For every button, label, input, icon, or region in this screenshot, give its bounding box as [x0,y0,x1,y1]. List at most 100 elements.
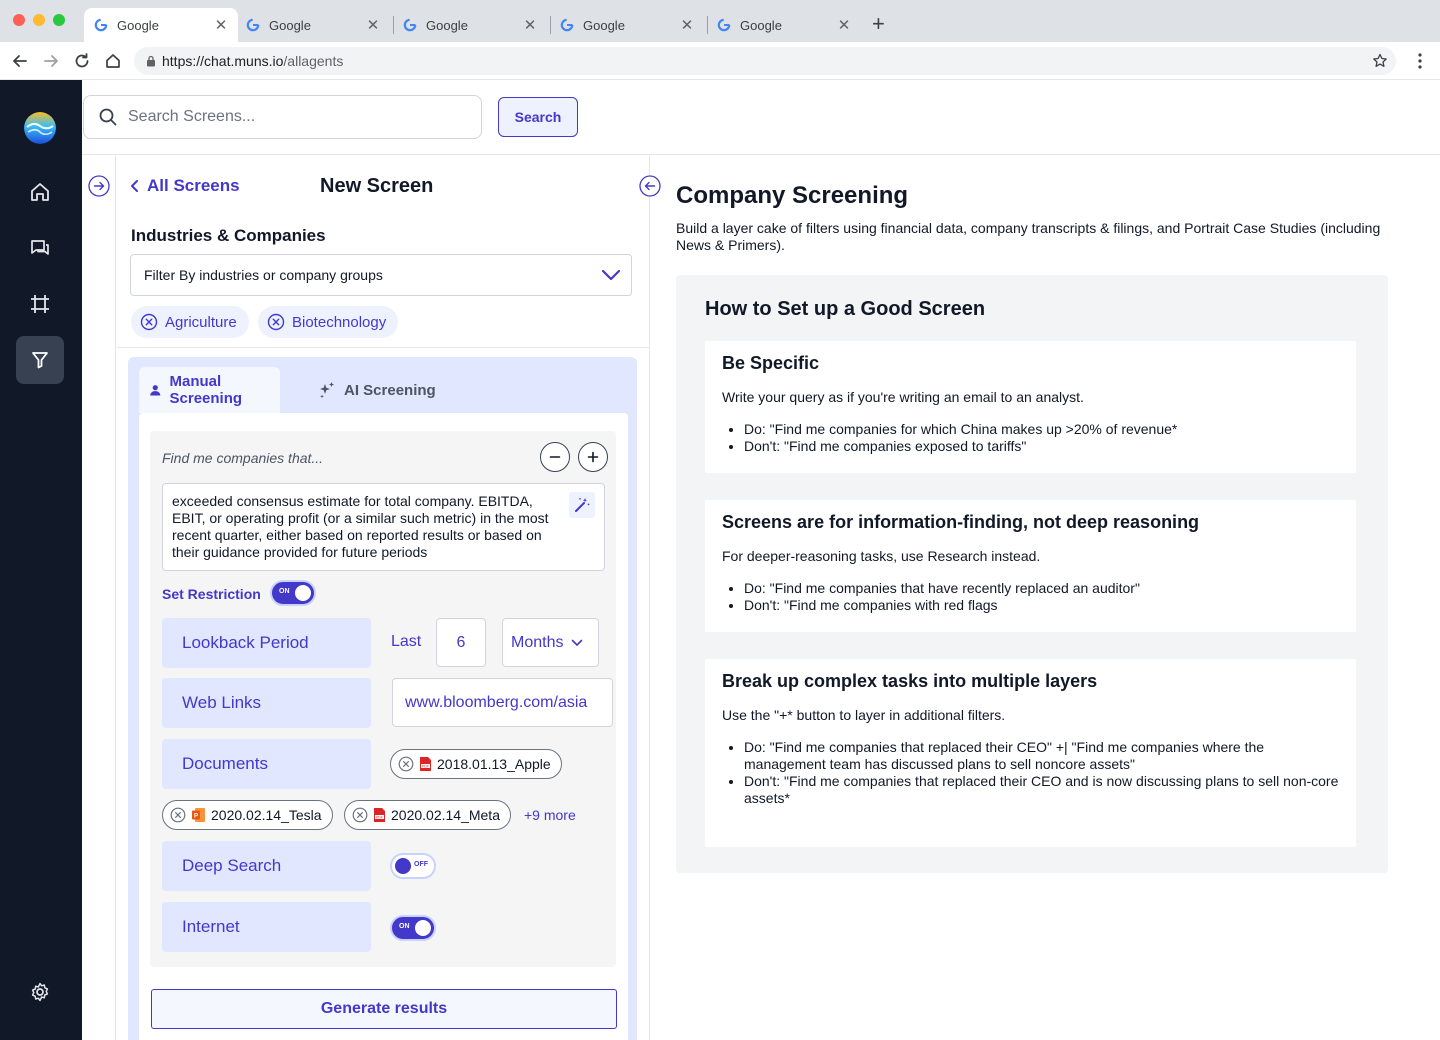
magic-wand-icon [575,497,590,512]
how-to-title: How to Set up a Good Screen [705,298,986,320]
ppt-file-icon: P [192,808,205,822]
generate-results-button[interactable]: Generate results [151,989,617,1029]
remove-chip-icon[interactable] [140,313,158,331]
minimize-window-button[interactable] [33,14,45,26]
set-restriction-toggle[interactable]: ON [270,580,316,606]
document-name: 2018.01.13_Apple [437,756,551,772]
lookback-unit-select[interactable]: Months [502,618,599,667]
browser-tab[interactable]: Google ✕ [707,8,861,42]
search-box[interactable] [83,95,482,139]
close-tab-icon[interactable]: ✕ [366,16,380,34]
app-sidebar [0,80,82,1040]
browser-tab[interactable]: Google ✕ [550,8,704,42]
guide-panel: Company Screening Build a layer cake of … [651,155,1440,1040]
google-icon [560,18,574,32]
remove-layer-button[interactable] [540,442,570,472]
industries-dropdown[interactable]: Filter By industries or company groups [130,254,632,296]
web-links-label: Web Links [162,678,371,728]
sidebar-item-chat[interactable] [16,224,64,272]
minus-icon [549,456,561,458]
more-documents-link[interactable]: +9 more [524,807,576,823]
tab-ai-screening[interactable]: AI Screening [308,367,446,413]
remove-document-icon[interactable] [170,807,186,823]
guide-title: Company Screening [676,182,909,209]
new-screen-panel: All Screens New Screen Industries & Comp… [117,155,661,1040]
toggle-text: ON [279,588,290,595]
tip-card: Be Specific Write your query as if you'r… [705,341,1356,473]
bookmark-star-icon[interactable] [1372,53,1388,69]
close-tab-icon[interactable]: ✕ [523,16,537,34]
tip-card: Screens are for information-finding, not… [705,500,1356,632]
home-browser-icon[interactable] [103,51,123,71]
lookback-value-input[interactable]: 6 [436,618,486,667]
set-restriction-label: Set Restriction [162,586,261,602]
internet-toggle[interactable]: ON [390,915,436,941]
browser-menu-icon[interactable] [1418,53,1422,69]
sidebar-item-home[interactable] [16,168,64,216]
search-input[interactable] [128,108,458,126]
tab-title: Google [269,17,311,33]
tip-description: For deeper-reasoning tasks, use Research… [722,548,1041,564]
close-tab-icon[interactable]: ✕ [214,16,228,34]
tip-title: Break up complex tasks into multiple lay… [722,671,1098,691]
tip-bullet: Do: "Find me companies that have recentl… [744,580,1339,597]
frame-icon [31,295,49,313]
address-bar: https://chat.muns.io/allagents [0,42,1440,80]
reload-icon[interactable] [72,51,92,71]
app-logo[interactable] [24,112,56,144]
svg-text:PDF: PDF [422,764,429,768]
tab-manual-screening[interactable]: Manual Screening [139,367,280,413]
document-chip: PDF 2020.02.14_Meta [344,800,511,830]
tip-bullet: Do: "Find me companies for which China m… [744,421,1339,438]
tip-list: Do: "Find me companies that replaced the… [722,739,1339,807]
browser-tab[interactable]: Google ✕ [84,8,238,42]
url-field[interactable]: https://chat.muns.io/allagents [134,47,1396,75]
all-screens-label: All Screens [147,176,240,195]
back-arrow-icon[interactable] [10,51,30,71]
tip-list: Do: "Find me companies for which China m… [722,421,1339,455]
document-chip: P 2020.02.14_Tesla [162,800,333,830]
maximize-window-button[interactable] [53,14,65,26]
remove-document-icon[interactable] [352,807,368,823]
close-tab-icon[interactable]: ✕ [680,16,694,34]
sidebar-item-frame[interactable] [16,280,64,328]
lookback-value: 6 [456,633,466,651]
close-tab-icon[interactable]: ✕ [837,16,851,34]
query-prompt: Find me companies that... [162,450,324,466]
collapsed-rail [82,155,116,1040]
expand-arrow-icon[interactable] [88,175,110,197]
industry-chip: Agriculture [131,306,249,338]
pdf-file-icon: PDF [420,757,431,771]
new-tab-icon[interactable]: + [872,13,885,35]
how-to-box: How to Set up a Good Screen Be Specific … [676,275,1388,873]
browser-tab[interactable]: Google ✕ [393,8,547,42]
remove-document-icon[interactable] [398,756,414,772]
deep-search-toggle[interactable]: OFF [390,853,436,879]
industries-placeholder: Filter By industries or company groups [144,267,383,283]
browser-tab[interactable]: Google ✕ [236,8,390,42]
document-name: 2020.02.14_Tesla [211,807,322,823]
add-layer-button[interactable] [578,442,608,472]
tab-title: Google [740,17,782,33]
sparkle-icon [320,382,334,399]
search-button[interactable]: Search [498,97,578,137]
magic-wand-button[interactable] [569,492,595,518]
all-screens-link[interactable]: All Screens [130,176,240,196]
remove-chip-icon[interactable] [267,313,285,331]
toggle-text: ON [399,923,410,930]
tab-label: AI Screening [344,381,436,399]
sidebar-item-settings[interactable] [16,968,64,1016]
search-strip: Search [82,80,1440,155]
google-icon [246,18,260,32]
deep-search-label: Deep Search [162,841,371,891]
chevron-down-icon [572,639,583,646]
close-window-button[interactable] [13,14,25,26]
documents-label: Documents [162,739,371,789]
web-link-input[interactable]: www.bloomberg.com/asia [392,678,613,727]
forward-arrow-icon[interactable] [41,51,61,71]
sidebar-item-screens[interactable] [16,336,64,384]
query-textarea[interactable]: exceeded consensus estimate for total co… [162,483,605,571]
tip-title: Be Specific [722,353,820,373]
toggle-knob [415,920,431,936]
url-host: https://chat.muns.io [162,53,284,69]
